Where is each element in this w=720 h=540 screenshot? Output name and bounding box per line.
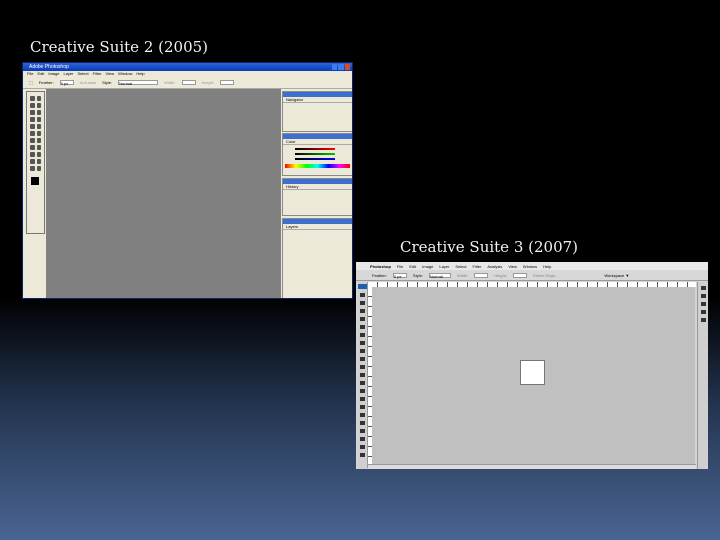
color-ramp[interactable] [285,164,350,168]
feather-input[interactable]: 0 px [59,80,74,86]
tab-history[interactable]: History [286,184,298,189]
history-panel: History [282,178,352,216]
antialias-checkbox[interactable]: Anti-alias [80,80,96,85]
minimize-icon[interactable] [332,64,338,70]
style-select[interactable]: Normal [428,272,451,279]
cs2-caption: Creative Suite 2 (2005) [30,38,209,56]
menu-image[interactable]: Image [422,264,433,269]
height-input[interactable] [220,80,235,85]
layers-panel: Layers [282,218,352,298]
ps-logo-icon [358,284,367,289]
document-canvas [520,360,545,385]
maximize-icon[interactable] [338,64,344,70]
menu-analysis[interactable]: Analysis [487,264,502,269]
options-bar: Feather: 0 px Style: Normal Width: Height:… [356,270,708,281]
width-input[interactable] [474,272,489,278]
workspace-canvas [46,89,281,298]
navigator-panel: Navigator [282,91,352,132]
feather-label: Feather: [372,272,387,278]
tab-navigator[interactable]: Navigator [286,97,303,102]
menu-filter[interactable]: Filter [473,264,482,269]
height-label: Height: [494,272,507,278]
tools-panel [26,91,45,234]
color-panel: Color [282,133,352,176]
height-input[interactable] [512,272,527,278]
tools-panel [358,282,368,468]
title-bar: Adobe Photoshop [23,63,352,71]
cs3-caption: Creative Suite 3 (2007) [400,238,579,256]
menu-select[interactable]: Select [455,264,466,269]
workspace-menu[interactable]: Workspace ▼ [604,273,629,278]
feather-label: Feather: [38,80,54,85]
photoshop-cs3-screenshot: Photoshop File Edit Image Layer Select Filter… [356,262,708,469]
options-bar: ⬚ Feather: 0 px Anti-alias Style: Normal W… [23,77,352,89]
width-label: Width: [164,80,176,85]
height-label: Height: [201,80,215,85]
marquee-icon[interactable]: ⬚ [29,80,33,85]
style-select[interactable]: Normal [118,80,159,86]
status-bar [368,464,696,469]
tab-color[interactable]: Color [286,139,296,144]
photoshop-cs2-screenshot: Adobe Photoshop File Edit Image Layer Select… [22,62,353,299]
menu-edit[interactable]: Edit [409,264,416,269]
collapsed-panel-dock[interactable] [697,282,708,469]
refine-edge-button[interactable]: Refine Edge... [533,273,558,278]
foreground-color-swatch[interactable] [31,177,39,185]
menu-view[interactable]: View [508,264,517,269]
window-title: Adobe Photoshop [29,64,69,70]
menu-bar: Photoshop File Edit Image Layer Select Filter… [356,262,708,270]
width-input[interactable] [181,80,196,85]
menu-window[interactable]: Window [523,264,537,269]
menu-layer[interactable]: Layer [439,264,449,269]
close-icon[interactable] [344,64,350,70]
tab-layers[interactable]: Layers [286,224,298,229]
app-name: Photoshop [370,263,391,269]
width-label: Width: [456,272,469,278]
menu-file[interactable]: File [397,264,403,269]
menu-help[interactable]: Help [543,264,551,269]
style-label: Style: [102,80,113,85]
feather-input[interactable]: 0 px [392,272,407,279]
style-label: Style: [412,272,423,278]
